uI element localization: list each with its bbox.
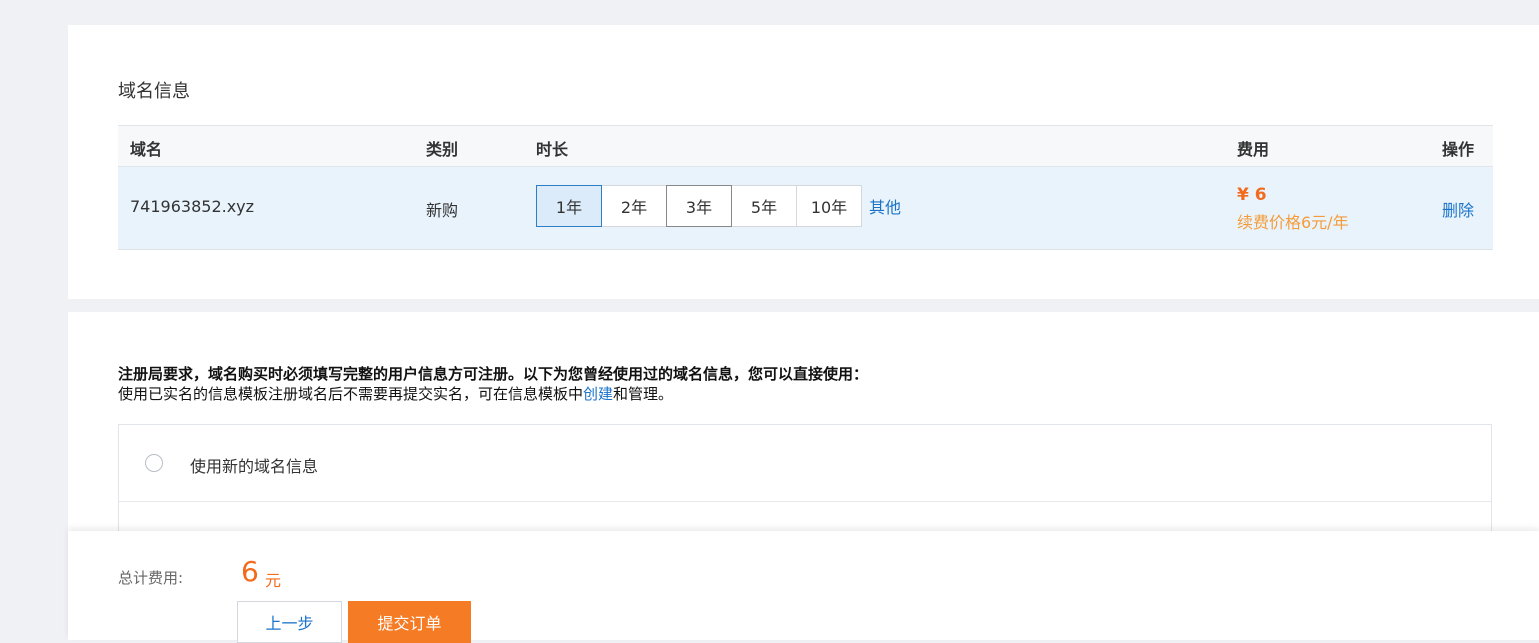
header-duration: 时长 (536, 140, 569, 159)
registry-notice: 注册局要求，域名购买时必须填写完整的用户信息方可注册。以下为您曾经使用过的域名信… (118, 364, 868, 404)
previous-step-button[interactable]: 上一步 (237, 601, 342, 643)
duration-option-10y[interactable]: 10年 (796, 185, 862, 227)
header-type: 类别 (426, 140, 459, 159)
notice-template-suffix: 和管理。 (613, 385, 674, 403)
submit-order-button[interactable]: 提交订单 (348, 601, 471, 643)
delete-link[interactable]: 删除 (1442, 197, 1474, 221)
duration-option-3y[interactable]: 3年 (666, 185, 732, 227)
duration-other-link[interactable]: 其他 (869, 194, 901, 218)
domain-table: 域名 类别 时长 费用 操作 741963852.xyz 新购 1年 2年 3年… (118, 125, 1493, 250)
total-unit: 元 (265, 571, 282, 590)
fee-price: ¥ 6 (1237, 185, 1267, 205)
duration-selector: 1年 2年 3年 5年 10年 其他 (536, 185, 901, 227)
total-value: 6 (241, 555, 259, 588)
domain-type: 新购 (426, 201, 459, 220)
radio-new-info[interactable] (145, 454, 163, 472)
domain-info-panel: 域名信息 域名 类别 时长 费用 操作 741963852.xyz 新购 1年 … (68, 25, 1539, 299)
domain-info-title: 域名信息 (118, 81, 190, 102)
table-header: 域名 类别 时长 费用 操作 (118, 125, 1493, 167)
notice-template-text: 使用已实名的信息模板注册域名后不需要再提交实名，可在信息模板中 (118, 385, 584, 403)
duration-option-5y[interactable]: 5年 (731, 185, 797, 227)
duration-option-1y[interactable]: 1年 (536, 185, 602, 227)
header-fee: 费用 (1237, 140, 1270, 159)
order-footer: 总计费用: 6 元 上一步 提交订单 (68, 531, 1539, 643)
header-domain: 域名 (130, 140, 163, 159)
duration-option-2y[interactable]: 2年 (601, 185, 667, 227)
domain-name: 741963852.xyz (130, 197, 255, 216)
renewal-price: 续费价格6元/年 (1237, 213, 1349, 232)
table-row: 741963852.xyz 新购 1年 2年 3年 5年 10年 其他 ¥ 6 … (118, 167, 1493, 250)
option-new-info[interactable]: 使用新的域名信息 (119, 425, 1491, 502)
header-action: 操作 (1442, 140, 1475, 159)
option-new-info-label: 使用新的域名信息 (190, 457, 319, 476)
create-template-link[interactable]: 创建 (583, 385, 613, 403)
total-label: 总计费用: (118, 569, 184, 587)
notice-requirement: 注册局要求，域名购买时必须填写完整的用户信息方可注册。以下为您曾经使用过的域名信… (118, 365, 869, 383)
